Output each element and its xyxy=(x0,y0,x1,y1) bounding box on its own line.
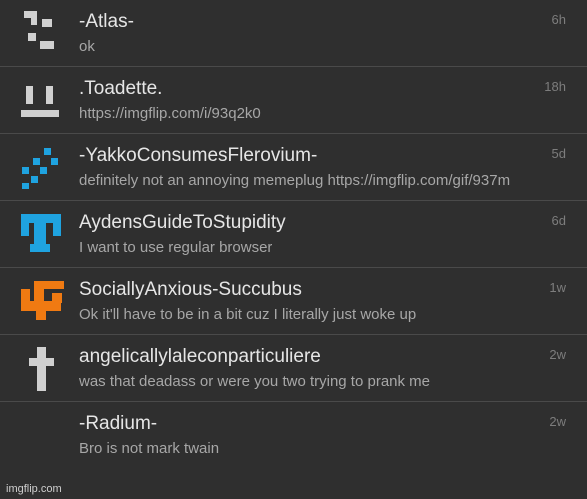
conversation-list: -Atlas- ok 6h .Toadette. https://imgflip… xyxy=(0,0,587,473)
conversation-time: 5d xyxy=(551,146,566,161)
cross-avatar-icon xyxy=(20,346,66,392)
conversation-time: 18h xyxy=(544,79,566,94)
atlas-avatar-icon xyxy=(20,11,66,57)
conversation-name: angelicallylaleconparticuliere xyxy=(79,346,321,367)
conversation-row[interactable]: -Atlas- ok 6h xyxy=(0,0,587,67)
conversation-preview: I want to use regular browser xyxy=(79,239,273,256)
conversation-row[interactable]: AydensGuideToStupidity I want to use reg… xyxy=(0,201,587,268)
conversation-time: 2w xyxy=(549,347,566,362)
conversation-row[interactable]: -Radium- Bro is not mark twain 2w xyxy=(0,402,587,473)
conversation-row[interactable]: .Toadette. https://imgflip.com/i/93q2k0 … xyxy=(0,67,587,134)
conversation-name: SociallyAnxious-Succubus xyxy=(79,279,302,300)
imgflip-watermark: imgflip.com xyxy=(6,483,62,495)
yakko-avatar-icon xyxy=(20,145,66,191)
conversation-time: 1w xyxy=(549,280,566,295)
conversation-time: 6d xyxy=(551,213,566,228)
conversation-preview: Ok it'll have to be in a bit cuz I liter… xyxy=(79,306,417,323)
conversation-row[interactable]: angelicallylaleconparticuliere was that … xyxy=(0,335,587,402)
conversation-name: -YakkoConsumesFlerovium- xyxy=(79,145,318,166)
conversation-preview: ok xyxy=(79,38,95,55)
conversation-row[interactable]: SociallyAnxious-Succubus Ok it'll have t… xyxy=(0,268,587,335)
toadette-avatar-icon xyxy=(20,78,66,124)
conversation-row[interactable]: -YakkoConsumesFlerovium- definitely not … xyxy=(0,134,587,201)
conversation-preview: Bro is not mark twain xyxy=(79,440,220,457)
conversation-name: -Atlas- xyxy=(79,11,134,32)
conversation-preview: was that deadass or were you two trying … xyxy=(79,373,431,390)
conversation-time: 6h xyxy=(551,12,566,27)
conversation-name: -Radium- xyxy=(79,413,158,434)
conversation-name: .Toadette. xyxy=(79,78,163,99)
conversation-preview: definitely not an annoying memeplug http… xyxy=(79,172,511,189)
conversation-name: AydensGuideToStupidity xyxy=(79,212,286,233)
succubus-avatar-icon xyxy=(20,279,66,325)
ayden-avatar-icon xyxy=(20,212,66,258)
blank-avatar-icon xyxy=(20,413,66,459)
conversation-preview: https://imgflip.com/i/93q2k0 xyxy=(79,105,261,122)
conversation-time: 2w xyxy=(549,414,566,429)
